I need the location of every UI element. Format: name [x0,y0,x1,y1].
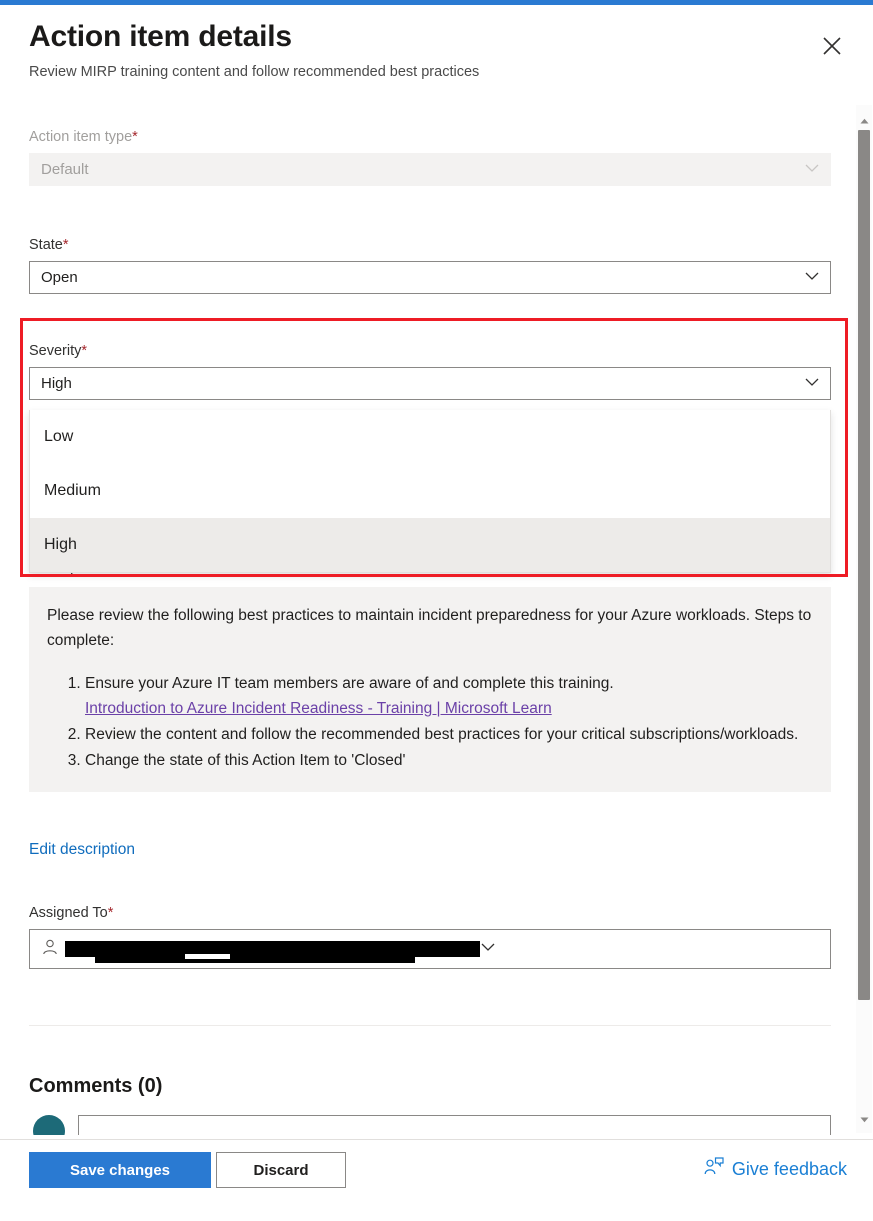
discard-button[interactable]: Discard [216,1152,346,1188]
action-item-type-label: Action item type* [29,129,138,145]
field-severity: Severity* High [29,341,831,400]
chevron-down-icon [804,374,820,394]
required-asterisk: * [62,237,69,253]
required-asterisk: * [107,905,114,921]
action-item-type-select: Default [29,153,831,186]
list-item: Review the content and follow the recomm… [85,722,813,747]
comments-heading: Comments (0) [29,1075,163,1097]
description-content: Please review the following best practic… [29,587,831,792]
severity-option-low[interactable]: Low [30,410,830,464]
chevron-down-icon [860,1110,869,1128]
chevron-down-icon [804,268,820,288]
training-link[interactable]: Introduction to Azure Incident Readiness… [85,700,552,717]
give-feedback-link[interactable]: Give feedback [704,1157,847,1181]
field-action-item-type: Action item type* Default [29,127,831,186]
chevron-down-icon [804,160,820,180]
section-divider [29,1025,831,1026]
severity-dropdown-list[interactable]: Low Medium High [29,410,831,573]
panel-header: Action item details Review MIRP training… [29,18,829,82]
person-icon [41,938,59,961]
page-title: Action item details [29,20,292,53]
field-state: State* Open [29,235,831,294]
chevron-down-icon [480,939,496,960]
give-feedback-label: Give feedback [731,1158,847,1179]
chevron-up-icon [860,111,869,129]
list-item: Change the state of this Action Item to … [85,748,813,773]
description-steps: Ensure your Azure IT team members are aw… [47,671,813,773]
severity-option-medium[interactable]: Medium [30,464,830,518]
avatar [33,1115,65,1135]
field-assigned-to: Assigned To* [29,903,831,969]
required-asterisk: * [81,343,88,359]
severity-option-high[interactable]: High [30,518,830,572]
state-value: Open [41,269,78,286]
form-scroll-area: Action item type* Default State* Open Se… [0,105,852,1135]
list-item: Ensure your Azure IT team members are aw… [85,671,813,721]
page-subtitle: Review MIRP training content and follow … [29,64,480,80]
close-icon [822,36,842,56]
person-feedback-icon [704,1157,724,1181]
action-item-details-panel: Action item details Review MIRP training… [0,5,873,1221]
state-label: State* [29,237,69,253]
assigned-to-value-redacted [65,941,480,963]
state-select[interactable]: Open [29,261,831,294]
save-changes-button[interactable]: Save changes [29,1152,211,1188]
scroll-down-button[interactable] [856,1110,872,1127]
step-text: Review the content and follow the recomm… [85,726,799,743]
close-button[interactable] [815,29,849,63]
assigned-to-label: Assigned To* [29,905,114,921]
scrollbar-thumb[interactable] [858,130,870,1000]
vertical-scrollbar[interactable] [856,105,872,1133]
action-item-type-value: Default [41,161,89,178]
scroll-up-button[interactable] [856,111,872,128]
severity-value: High [41,375,72,392]
comment-input[interactable] [78,1115,831,1135]
required-asterisk: * [132,129,138,145]
assigned-to-select[interactable] [29,929,831,969]
description-intro: Please review the following best practic… [47,607,812,649]
step-text: Ensure your Azure IT team members are aw… [85,675,614,692]
severity-label: Severity* [29,343,88,359]
panel-footer: Save changes Discard Give feedback [0,1139,873,1221]
step-text: Change the state of this Action Item to … [85,752,406,769]
edit-description-link[interactable]: Edit description [29,841,135,859]
severity-select[interactable]: High [29,367,831,400]
